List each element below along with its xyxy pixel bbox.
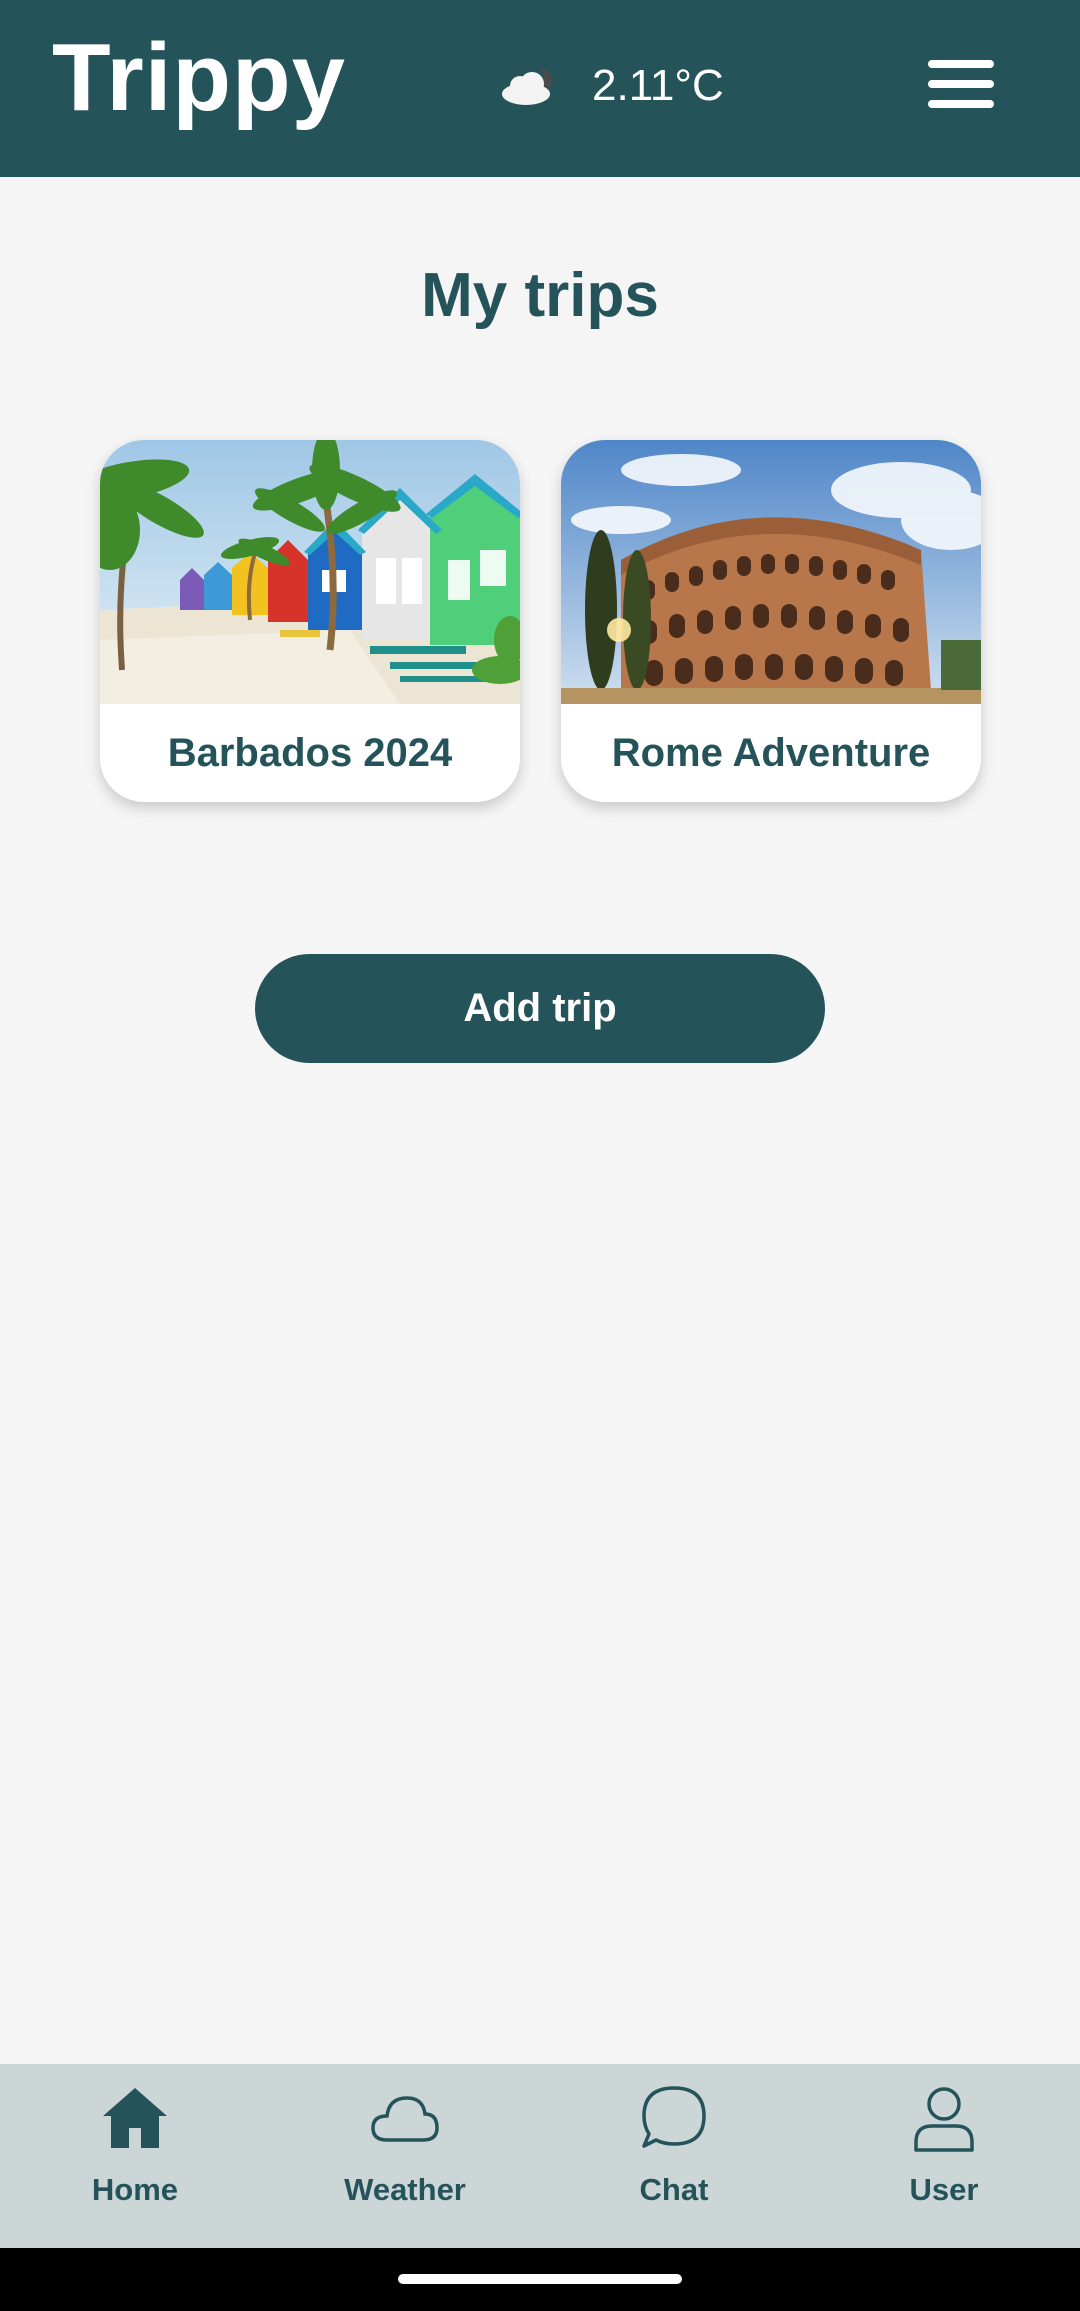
trip-card-barbados[interactable]: Barbados 2024: [100, 440, 520, 802]
bottom-navigation-bar: Home Weather Chat User: [0, 2064, 1080, 2248]
nav-item-weather[interactable]: Weather: [305, 2064, 505, 2248]
trip-name: Rome Adventure: [611, 730, 931, 775]
cloudy-night-icon: [500, 66, 558, 106]
hamburger-menu-icon[interactable]: [928, 60, 994, 108]
top-app-bar: Trippy 2.11°C: [0, 0, 1080, 177]
trip-card-rome[interactable]: Rome Adventure: [561, 440, 981, 802]
nav-label: User: [909, 2172, 979, 2207]
add-trip-button[interactable]: Add trip: [255, 954, 825, 1063]
current-temperature: 2.11°C: [592, 61, 724, 110]
chat-bubble-icon: [638, 2082, 710, 2154]
nav-item-chat[interactable]: Chat: [574, 2064, 774, 2248]
nav-item-home[interactable]: Home: [35, 2064, 235, 2248]
trip-name: Barbados 2024: [167, 730, 453, 775]
colosseum-photo: [561, 440, 981, 704]
home-indicator[interactable]: [398, 2274, 682, 2284]
nav-label: Home: [91, 2172, 179, 2207]
cloud-icon: [369, 2082, 441, 2154]
beach-huts-photo: [100, 440, 520, 704]
page-title: My trips: [421, 261, 659, 330]
nav-label: Weather: [344, 2172, 466, 2207]
nav-item-user[interactable]: User: [844, 2064, 1044, 2248]
user-icon: [908, 2082, 980, 2154]
weather-widget[interactable]: 2.11°C: [500, 56, 724, 116]
home-icon: [99, 2082, 171, 2154]
app-logo-text: Trippy: [52, 24, 347, 131]
nav-label: Chat: [639, 2172, 709, 2207]
